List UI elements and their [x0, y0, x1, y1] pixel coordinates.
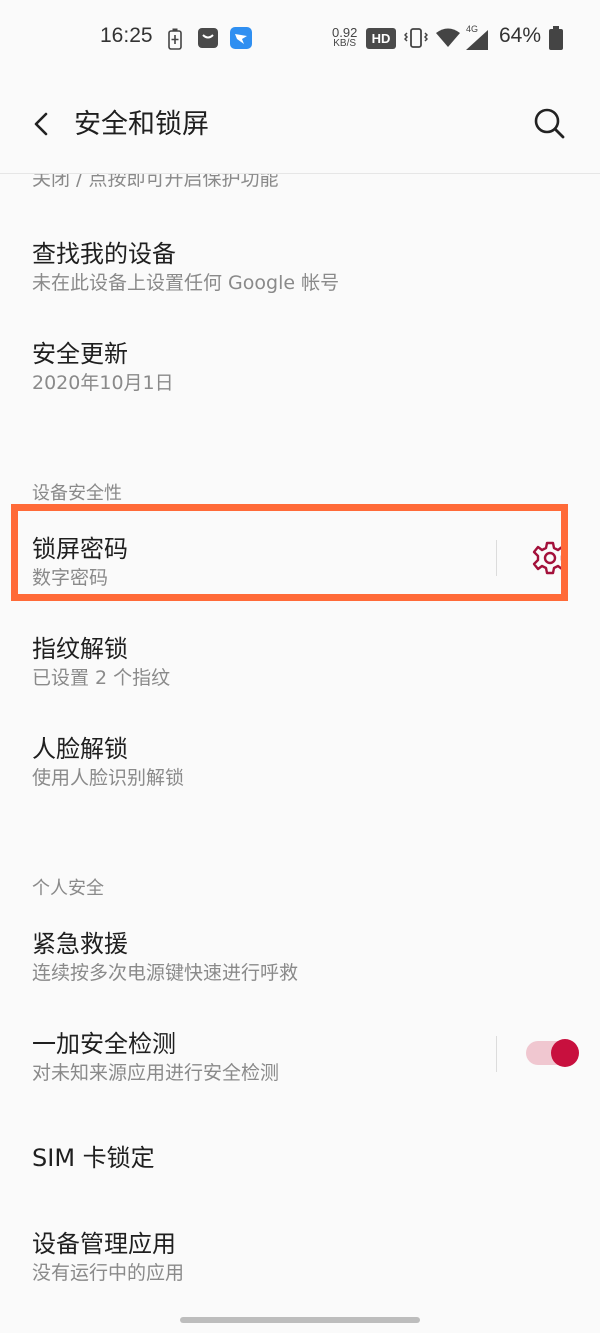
item-subtitle: 使用人脸识别解锁: [32, 767, 185, 789]
item-title: 查找我的设备: [32, 240, 176, 268]
fingerprint-unlock-item[interactable]: 指纹解锁 已设置 2 个指纹: [0, 629, 600, 693]
notification-app-icon: [198, 28, 218, 48]
wifi-icon: [436, 28, 460, 47]
search-icon[interactable]: [530, 104, 570, 144]
item-title: SIM 卡锁定: [32, 1144, 155, 1172]
security-update-item[interactable]: 安全更新 2020年10月1日: [0, 334, 600, 398]
sim-lock-item[interactable]: SIM 卡锁定: [0, 1138, 600, 1178]
oneplus-security-check-item[interactable]: 一加安全检测 对未知来源应用进行安全检测: [0, 1024, 600, 1088]
item-title: 指纹解锁: [32, 635, 128, 663]
item-subtitle: 已设置 2 个指纹: [32, 667, 171, 689]
back-icon[interactable]: [24, 106, 60, 142]
app-bar: 安全和锁屏: [0, 78, 600, 174]
item-subtitle: 未在此设备上设置任何 Google 帐号: [32, 272, 340, 294]
status-bar: 16:25 0.92 KB/S HD 4G 64%: [0, 0, 600, 78]
page-title: 安全和锁屏: [74, 109, 209, 140]
highlight-box: [11, 504, 568, 601]
cellular-signal-icon: [466, 30, 488, 50]
divider: [496, 1036, 497, 1072]
item-subtitle: 对未知来源应用进行安全检测: [32, 1062, 280, 1084]
item-subtitle: 连续按多次电源键快速进行呼救: [32, 962, 299, 984]
status-time: 16:25: [100, 24, 153, 47]
device-admin-apps-item[interactable]: 设备管理应用 没有运行中的应用: [0, 1224, 600, 1288]
item-title: 安全更新: [32, 340, 128, 368]
item-title: 紧急救援: [32, 930, 128, 958]
vibrate-icon: [404, 28, 428, 48]
item-title: 一加安全检测: [32, 1030, 176, 1058]
dingtalk-icon: [230, 27, 252, 49]
battery-percent: 64%: [499, 24, 542, 47]
face-unlock-item[interactable]: 人脸解锁 使用人脸识别解锁: [0, 729, 600, 793]
section-header-personal-security: 个人安全: [32, 878, 104, 899]
battery-charging-icon: [168, 28, 182, 50]
emergency-sos-item[interactable]: 紧急救援 连续按多次电源键快速进行呼救: [0, 924, 600, 988]
find-device-item[interactable]: 查找我的设备 未在此设备上设置任何 Google 帐号: [0, 234, 600, 298]
section-header-device-security: 设备安全性: [32, 483, 122, 504]
item-title: 设备管理应用: [32, 1230, 176, 1258]
item-subtitle: 没有运行中的应用: [32, 1262, 185, 1284]
toggle-thumb[interactable]: [551, 1039, 579, 1067]
home-indicator[interactable]: [180, 1317, 420, 1323]
hd-badge: HD: [366, 28, 396, 49]
network-speed: 0.92 KB/S: [332, 25, 358, 49]
battery-icon: [549, 26, 563, 50]
item-subtitle: 2020年10月1日: [32, 372, 174, 394]
item-title: 人脸解锁: [32, 735, 128, 763]
